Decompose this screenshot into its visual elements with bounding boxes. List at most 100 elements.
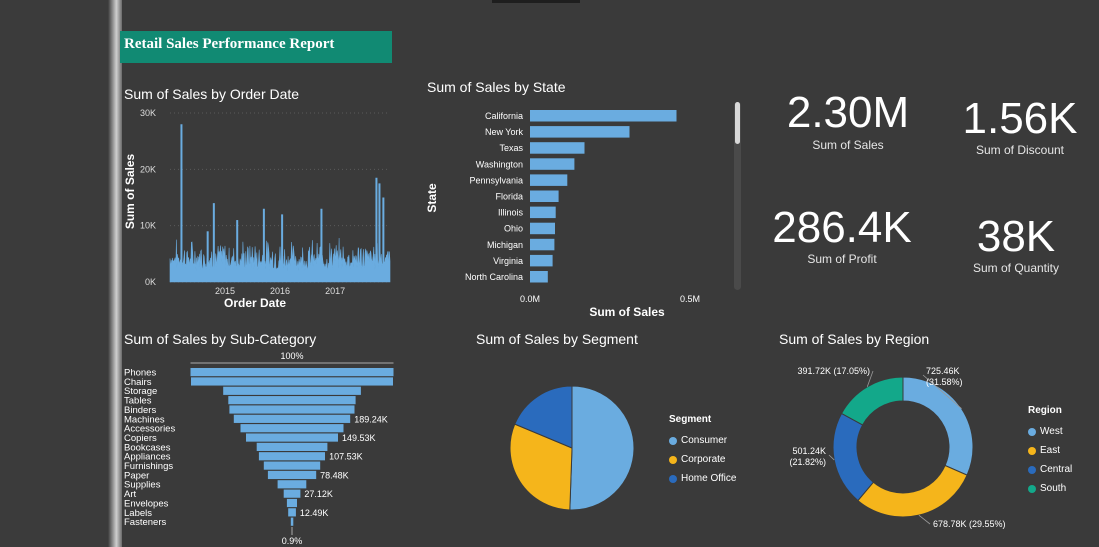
region-legend: Region West East Central South: [1028, 405, 1072, 498]
funnel-bar: [258, 452, 325, 461]
x-tick-label: 2017: [325, 286, 345, 296]
state-bar: [530, 190, 559, 202]
x-tick-label: 2016: [270, 286, 290, 296]
funnel-bar: [256, 442, 328, 451]
y-axis-label: State: [425, 183, 439, 213]
funnel-bar: [267, 470, 317, 480]
region-slice: [902, 376, 974, 476]
funnel-bar: [286, 498, 297, 508]
sales-by-region-title: Sum of Sales by Region: [779, 331, 930, 347]
sales-by-subcategory-chart[interactable]: 100%PhonesChairsStorageTablesBindersMach…: [118, 346, 418, 546]
region-slice: [832, 412, 875, 502]
funnel-data-label: 107.53K: [329, 452, 363, 462]
funnel-bar: [190, 368, 394, 377]
state-bar: [530, 110, 677, 122]
sales-by-state-title: Sum of Sales by State: [427, 79, 566, 95]
funnel-data-label: 12.49K: [300, 508, 329, 518]
state-label: Ohio: [504, 224, 523, 234]
state-bar: [530, 142, 585, 154]
state-label: California: [485, 111, 523, 121]
sales-by-subcategory-title: Sum of Sales by Sub-Category: [124, 331, 317, 347]
sales-by-date-title: Sum of Sales by Order Date: [124, 86, 300, 102]
legend-label: West: [1040, 426, 1063, 437]
legend-label: Corporate: [681, 454, 726, 465]
region-slice: [840, 376, 904, 426]
funnel-bar: [229, 405, 355, 414]
sales-by-segment-chart[interactable]: [480, 370, 660, 540]
segment-legend-item[interactable]: Home Office: [669, 469, 736, 488]
x-axis-label: Sum of Sales: [589, 305, 665, 319]
funnel-bar: [277, 480, 307, 489]
sales-by-segment-title: Sum of Sales by Segment: [476, 331, 638, 347]
segment-legend-item[interactable]: Consumer: [669, 431, 736, 450]
y-tick-label: 30K: [140, 108, 156, 118]
state-bar: [530, 206, 556, 219]
state-bar: [530, 158, 575, 170]
state-bar: [530, 238, 555, 251]
state-chart-scroll-thumb[interactable]: [735, 102, 740, 144]
y-tick-label: 10K: [140, 221, 156, 231]
state-bar: [530, 174, 568, 186]
funnel-top-label: 100%: [280, 351, 303, 361]
sales-by-date-chart[interactable]: 0K 10K 20K 30K 2015 2016 2017 Order Date Sum of …: [118, 104, 398, 314]
funnel-bar: [240, 424, 344, 433]
legend-label: East: [1040, 445, 1061, 456]
sales-line-series: [169, 237, 391, 283]
sales-by-region-chart[interactable]: 725.46K(31.58%) 678.78K (29.55%) 501.24K(2…: [770, 365, 1030, 535]
region-data-label: 501.24K: [792, 446, 826, 456]
region-legend-item[interactable]: Central: [1028, 460, 1072, 479]
legend-label: Central: [1040, 464, 1073, 475]
kpi-sales-value: 2.30M: [786, 88, 910, 137]
funnel-data-label: 78.48K: [320, 470, 349, 480]
x-tick-label: 0.5M: [680, 294, 700, 304]
legend-marker: [669, 474, 677, 483]
state-label: Pennsylvania: [469, 175, 523, 185]
kpi-discount-value: 1.56K: [962, 94, 1078, 143]
state-label: Illinois: [498, 208, 524, 218]
state-bar: [530, 271, 548, 283]
report-title: Retail Sales Performance Report: [120, 31, 392, 63]
state-label: Florida: [495, 192, 523, 202]
state-label: Texas: [499, 143, 523, 153]
legend-marker: [1028, 465, 1036, 474]
state-bar: [530, 254, 553, 267]
region-legend-item[interactable]: West: [1028, 422, 1072, 441]
funnel-bar: [233, 414, 351, 423]
region-data-label: 678.78K (29.55%): [933, 519, 1006, 529]
kpi-quantity-label: Sum of Quantity: [972, 261, 1060, 275]
funnel-bar: [283, 489, 301, 498]
region-data-label: (31.58%): [926, 377, 963, 387]
sales-by-state-chart[interactable]: California New York Texas Washington Pennsyl…: [420, 100, 720, 320]
region-legend-item[interactable]: East: [1028, 441, 1072, 460]
funnel-bar: [263, 461, 321, 470]
legend-label: Consumer: [681, 435, 728, 446]
y-tick-label: 20K: [140, 164, 156, 174]
segment-slice: [569, 385, 635, 511]
x-tick-label: 2015: [215, 286, 235, 296]
y-axis-label: Sum of Sales: [123, 153, 137, 229]
funnel-category-label: Fasteners: [124, 517, 166, 528]
funnel-bottom-label: 0.9%: [282, 536, 303, 546]
kpi-profit-value: 286.4K: [772, 203, 912, 252]
state-label: New York: [485, 127, 524, 137]
region-legend-item[interactable]: South: [1028, 479, 1072, 498]
segment-legend-item[interactable]: Corporate: [669, 450, 736, 469]
kpi-discount-label: Sum of Discount: [975, 143, 1065, 157]
legend-marker: [669, 455, 677, 464]
legend-marker: [1028, 484, 1036, 493]
state-bar: [530, 126, 630, 138]
legend-marker: [1028, 427, 1036, 436]
funnel-bar: [191, 377, 393, 386]
page-margin: [0, 0, 118, 547]
segment-legend-title: Segment: [669, 414, 712, 425]
funnel-data-label: 149.53K: [342, 433, 376, 443]
region-leader-line: [918, 514, 931, 525]
legend-label: South: [1040, 483, 1067, 494]
funnel-data-label: 27.12K: [304, 489, 333, 499]
legend-label: Home Office: [681, 473, 737, 484]
region-slice: [857, 464, 968, 518]
state-label: North Carolina: [465, 272, 523, 282]
top-handle: [492, 0, 580, 3]
legend-marker: [1028, 446, 1036, 455]
funnel-bar: [228, 396, 356, 405]
